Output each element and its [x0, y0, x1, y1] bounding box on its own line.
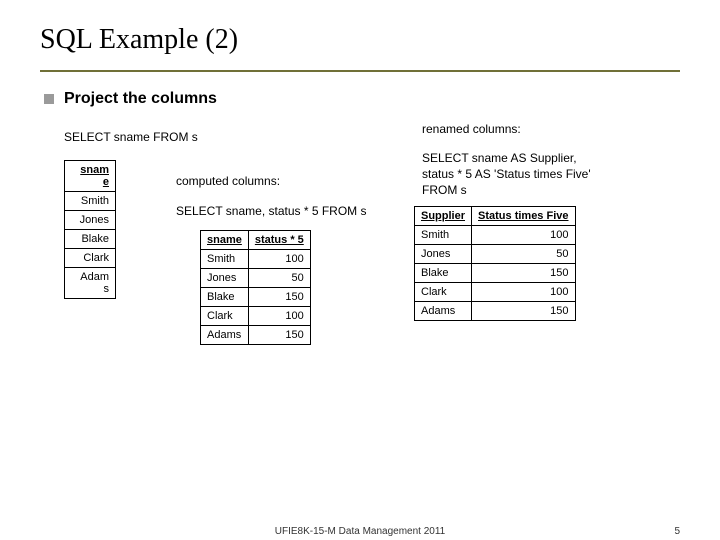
content-area: SELECT sname FROM s renamed columns: SEL… [64, 122, 680, 502]
table-row: Jones [65, 211, 116, 230]
slide: SQL Example (2) Project the columns SELE… [0, 0, 720, 502]
table-row: Smith100 [201, 250, 311, 269]
select-sname-text: SELECT sname FROM s [64, 130, 198, 144]
table-sname: snam e Smith Jones Blake Clark Adam s [64, 160, 116, 299]
table-row: Smith [65, 192, 116, 211]
table-row: Clark100 [201, 307, 311, 326]
table-row: Smith100 [415, 226, 576, 245]
table-row: Blake [65, 230, 116, 249]
footer-center: UFIE8K-15-M Data Management 2011 [0, 526, 720, 537]
table-computed-h2: status * 5 [248, 231, 310, 250]
table-row: Jones50 [415, 245, 576, 264]
computed-columns-label: computed columns: [176, 174, 280, 188]
table-computed: sname status * 5 Smith100 Jones50 Blake1… [200, 230, 311, 345]
renamed-columns-label: renamed columns: [422, 122, 521, 136]
table-row: Clark [65, 249, 116, 268]
table-computed-h1: sname [201, 231, 249, 250]
table-renamed-h2: Status times Five [472, 207, 575, 226]
table-row: Blake150 [415, 264, 576, 283]
table-row: Adam s [65, 268, 116, 299]
bullet-row: Project the columns [44, 90, 680, 108]
table-row: Adams150 [201, 326, 311, 345]
table-sname-header: snam e [65, 161, 116, 192]
title-rule [40, 70, 680, 72]
slide-title: SQL Example (2) [40, 24, 680, 64]
table-row: Clark100 [415, 283, 576, 302]
table-row: Blake150 [201, 288, 311, 307]
footer-page-number: 5 [674, 526, 680, 537]
select-computed-text: SELECT sname, status * 5 FROM s [176, 204, 367, 218]
bullet-text: Project the columns [64, 90, 217, 108]
bullet-square-icon [44, 94, 54, 104]
table-row: Adams150 [415, 302, 576, 321]
table-renamed-h1: Supplier [415, 207, 472, 226]
select-renamed-text: SELECT sname AS Supplier, status * 5 AS … [422, 150, 591, 199]
table-row: Jones50 [201, 269, 311, 288]
table-renamed: Supplier Status times Five Smith100 Jone… [414, 206, 576, 321]
